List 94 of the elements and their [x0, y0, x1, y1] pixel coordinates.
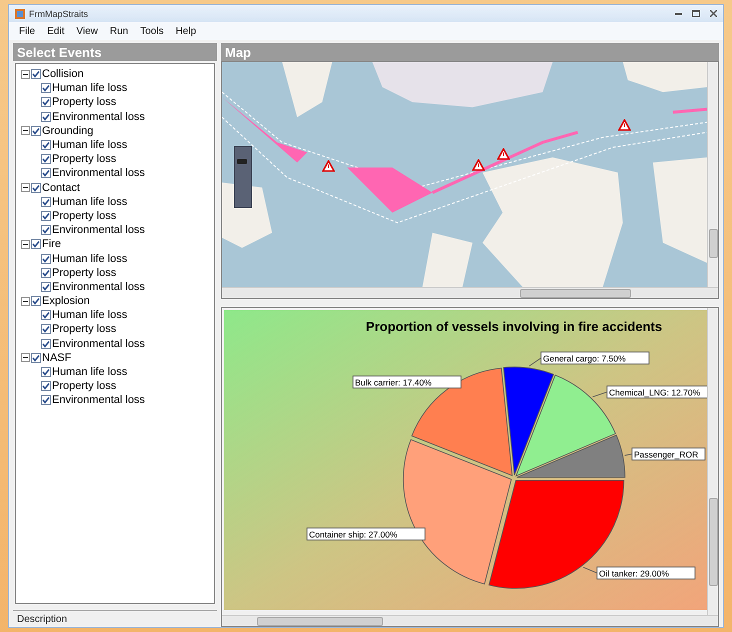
- tree-item[interactable]: Environmental loss: [52, 110, 145, 123]
- minimize-icon[interactable]: [675, 12, 682, 15]
- checkbox[interactable]: [41, 196, 51, 207]
- legend-label: Bulk carrier: 17.40%: [355, 378, 432, 388]
- collapse-icon[interactable]: [21, 353, 30, 362]
- menu-item[interactable]: File: [13, 26, 42, 36]
- checkbox[interactable]: [31, 239, 41, 250]
- maximize-icon[interactable]: [692, 10, 700, 17]
- checkbox[interactable]: [41, 97, 51, 108]
- tree-item[interactable]: Property loss: [52, 323, 116, 336]
- tree-item[interactable]: Property loss: [52, 380, 116, 392]
- slice-label: General cargo: 7.50%: [540, 352, 650, 364]
- warning-icon[interactable]: [322, 160, 335, 172]
- checkbox[interactable]: [31, 182, 41, 193]
- collapse-icon[interactable]: [21, 70, 30, 79]
- collapse-icon[interactable]: [21, 183, 30, 192]
- tree-item[interactable]: Human life loss: [52, 196, 128, 208]
- checkbox[interactable]: [41, 254, 51, 264]
- checkbox[interactable]: [41, 268, 51, 278]
- tree-item[interactable]: Environmental loss: [52, 224, 145, 236]
- checkbox[interactable]: [31, 126, 41, 136]
- checkbox[interactable]: [41, 168, 51, 178]
- tree-item[interactable]: Human life loss: [52, 82, 128, 94]
- tree-item[interactable]: Property loss: [52, 96, 116, 108]
- leader-line: [592, 392, 608, 398]
- app-icon: [15, 8, 25, 18]
- checkbox[interactable]: [41, 112, 51, 122]
- checkbox[interactable]: [41, 83, 51, 94]
- tree-item[interactable]: Explosion: [42, 295, 90, 308]
- checkbox[interactable]: [41, 310, 51, 320]
- checkbox[interactable]: [41, 381, 51, 392]
- collapse-icon[interactable]: [21, 240, 30, 249]
- collapse-icon[interactable]: [21, 296, 30, 306]
- slice-label: General cargo: 7.50%: [543, 354, 626, 364]
- slice-label: Container ship: 27.00%: [306, 528, 426, 540]
- menu-item[interactable]: Run: [104, 26, 134, 36]
- vertical-scrollbar[interactable]: [707, 308, 718, 615]
- menu-item[interactable]: View: [70, 26, 104, 36]
- close-icon[interactable]: [710, 10, 717, 17]
- warning-icon[interactable]: [618, 119, 631, 131]
- tree-item[interactable]: Environmental loss: [52, 280, 145, 293]
- tree-item[interactable]: Environmental loss: [52, 338, 145, 350]
- warning-icon[interactable]: [497, 148, 510, 160]
- slice-label: Chemical_LNG: 12.70%: [609, 388, 701, 398]
- panel-header: Map: [221, 43, 719, 61]
- tree-item[interactable]: NASF: [42, 352, 72, 364]
- tree-item[interactable]: Property loss: [52, 210, 116, 222]
- tree-item[interactable]: Environmental loss: [52, 394, 145, 406]
- tree-item[interactable]: Collision: [42, 68, 84, 80]
- leader-line: [528, 358, 542, 366]
- checkbox[interactable]: [41, 225, 51, 236]
- checkbox[interactable]: [41, 395, 51, 406]
- window-title: FrmMapStraits: [29, 8, 90, 18]
- collapse-icon[interactable]: [21, 126, 30, 136]
- vertical-scrollbar[interactable]: [707, 62, 718, 287]
- checkbox[interactable]: [41, 154, 51, 164]
- checkbox[interactable]: [41, 140, 51, 150]
- checkbox[interactable]: [31, 69, 41, 80]
- menu-item[interactable]: Tools: [134, 26, 170, 36]
- menu-item[interactable]: Edit: [41, 26, 70, 36]
- menu-item[interactable]: Help: [170, 26, 202, 36]
- tree-item[interactable]: Human life loss: [52, 139, 128, 152]
- tree-item[interactable]: Fire: [42, 238, 61, 250]
- checkbox[interactable]: [41, 367, 51, 378]
- checkbox[interactable]: [31, 296, 41, 306]
- slice-label: Oil tanker: 29.00%: [596, 566, 696, 580]
- slice-label: Passenger_ROR: [632, 448, 706, 460]
- panel-header: Select Events: [13, 43, 217, 61]
- slice-label: Bulk carrier: 17.40%: [352, 376, 462, 388]
- checkbox[interactable]: [41, 324, 51, 334]
- tree-item[interactable]: Human life loss: [52, 366, 128, 378]
- tree-item[interactable]: Property loss: [52, 266, 116, 279]
- tree-item[interactable]: Environmental loss: [52, 167, 145, 180]
- tree-item[interactable]: Human life loss: [52, 252, 128, 265]
- checkbox[interactable]: [31, 352, 41, 363]
- checkbox[interactable]: [41, 210, 51, 221]
- warning-icon[interactable]: [472, 159, 485, 171]
- tree-item[interactable]: Property loss: [52, 153, 116, 166]
- leader-line: [582, 566, 598, 574]
- description-label: Description: [17, 614, 68, 624]
- zoom-slider[interactable]: [234, 146, 252, 208]
- checkbox[interactable]: [41, 338, 51, 349]
- slice-label: Oil tanker: 29.00%: [599, 568, 670, 578]
- horizontal-scrollbar[interactable]: [222, 615, 718, 626]
- slice-label: Passenger_ROR: [634, 450, 698, 460]
- slice-label: Chemical_LNG: 12.70%: [606, 386, 707, 398]
- slice-label: Container ship: 27.00%: [309, 530, 398, 540]
- chart-title: Proportion of vessels involving in fire accidents: [366, 319, 662, 334]
- tree-item[interactable]: Contact: [42, 182, 80, 194]
- slider-thumb[interactable]: [237, 158, 247, 164]
- tree-item[interactable]: Human life loss: [52, 309, 128, 322]
- tree-item[interactable]: Grounding: [42, 124, 94, 137]
- horizontal-scrollbar[interactable]: [222, 287, 718, 298]
- checkbox[interactable]: [41, 282, 51, 292]
